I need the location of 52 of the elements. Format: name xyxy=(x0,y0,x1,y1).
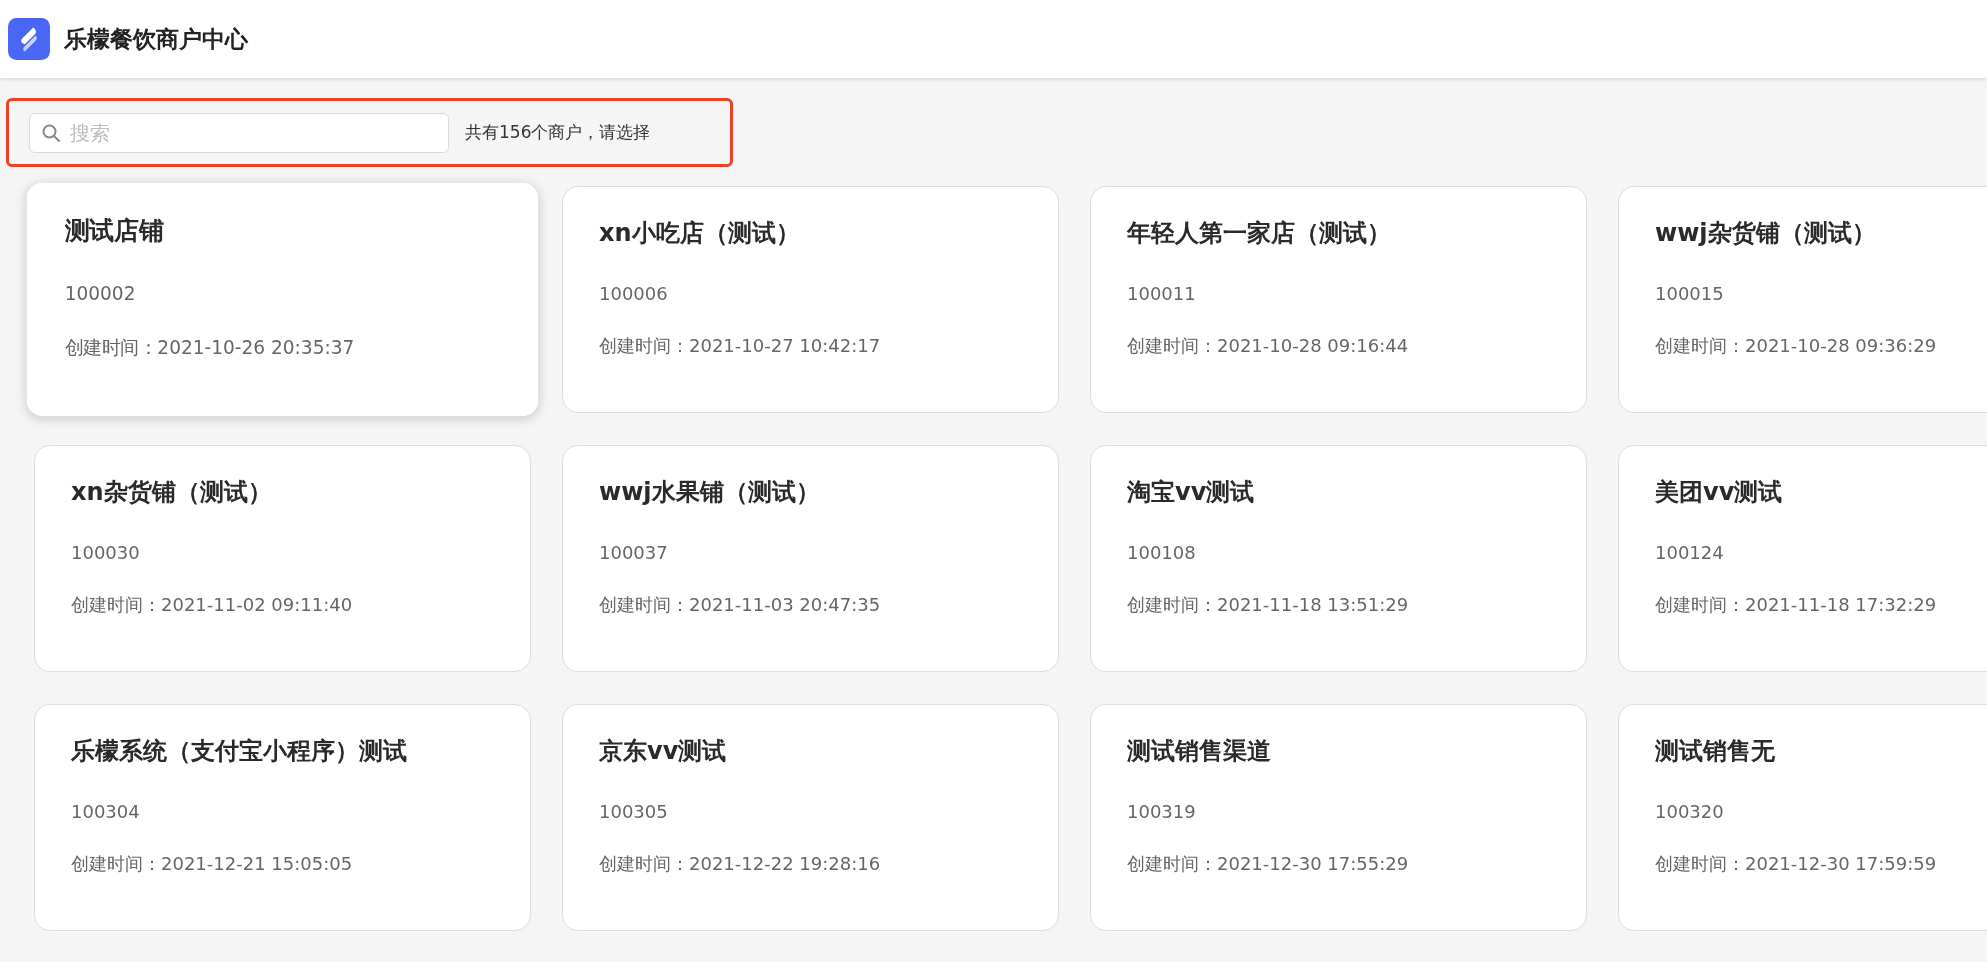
merchant-name: 淘宝vv测试 xyxy=(1127,477,1256,508)
created-time: 创建时间：2021-12-30 17:59:59 xyxy=(1655,852,1938,876)
merchant-id: 100006 xyxy=(599,283,669,304)
merchant-id: 100108 xyxy=(1127,542,1197,563)
merchant-name: 年轻人第一家店（测试） xyxy=(1127,218,1392,249)
merchant-card[interactable]: 测试销售渠道 100319 创建时间：2021-12-30 17:55:29 xyxy=(1090,704,1587,931)
merchant-card[interactable]: wwj杂货铺（测试） 100015 创建时间：2021-10-28 09:36:29 xyxy=(1618,186,1987,413)
merchant-name: 测试店铺 xyxy=(64,215,165,248)
merchant-id: 100305 xyxy=(599,801,669,822)
created-time: 创建时间：2021-12-21 15:05:05 xyxy=(71,852,354,876)
merchant-card[interactable]: 京东vv测试 100305 创建时间：2021-12-22 19:28:16 xyxy=(562,704,1059,931)
created-time: 创建时间：2021-12-22 19:28:16 xyxy=(599,852,882,876)
created-time: 创建时间：2021-12-30 17:55:29 xyxy=(1127,852,1410,876)
merchant-name: 乐檬系统（支付宝小程序）测试 xyxy=(71,736,408,767)
merchant-id: 100319 xyxy=(1127,801,1197,822)
merchant-name: 京东vv测试 xyxy=(599,736,728,767)
merchant-id: 100011 xyxy=(1127,283,1197,304)
merchant-id: 100030 xyxy=(71,542,141,563)
merchant-card[interactable]: 测试店铺 100002 创建时间：2021-10-26 20:35:37 xyxy=(26,182,539,417)
created-time: 创建时间：2021-10-28 09:16:44 xyxy=(1127,334,1410,358)
merchant-card[interactable]: xn杂货铺（测试） 100030 创建时间：2021-11-02 09:11:40 xyxy=(34,445,531,672)
merchant-id: 100304 xyxy=(71,801,141,822)
merchant-name: 测试销售渠道 xyxy=(1127,736,1272,767)
merchant-card[interactable]: 乐檬系统（支付宝小程序）测试 100304 创建时间：2021-12-21 15:05:05 xyxy=(34,704,531,931)
merchant-card[interactable]: wwj水果铺（测试） 100037 创建时间：2021-11-03 20:47:35 xyxy=(562,445,1059,672)
merchant-id: 100124 xyxy=(1655,542,1725,563)
merchant-id: 100037 xyxy=(599,542,669,563)
created-time: 创建时间：2021-10-28 09:36:29 xyxy=(1655,334,1938,358)
merchant-name: 美团vv测试 xyxy=(1655,477,1784,508)
merchant-count-text: 共有156个商户，请选择 xyxy=(465,121,651,144)
merchant-id: 100015 xyxy=(1655,283,1725,304)
merchant-name: wwj水果铺（测试） xyxy=(599,477,821,508)
merchant-id: 100002 xyxy=(64,282,137,305)
merchant-name: xn小吃店（测试） xyxy=(599,218,801,249)
merchant-card[interactable]: 美团vv测试 100124 创建时间：2021-11-18 17:32:29 xyxy=(1618,445,1987,672)
merchant-id: 100320 xyxy=(1655,801,1725,822)
merchant-name: 测试销售无 xyxy=(1655,736,1776,767)
created-time: 创建时间：2021-11-18 13:51:29 xyxy=(1127,593,1410,617)
merchant-card[interactable]: xn小吃店（测试） 100006 创建时间：2021-10-27 10:42:17 xyxy=(562,186,1059,413)
created-time: 创建时间：2021-11-18 17:32:29 xyxy=(1655,593,1938,617)
merchant-name: wwj杂货铺（测试） xyxy=(1655,218,1877,249)
created-time: 创建时间：2021-11-03 20:47:35 xyxy=(599,593,882,617)
app-title: 乐檬餐饮商户中心 xyxy=(64,24,248,54)
merchant-card[interactable]: 年轻人第一家店（测试） 100011 创建时间：2021-10-28 09:16:44 xyxy=(1090,186,1587,413)
merchant-name: xn杂货铺（测试） xyxy=(71,477,273,508)
created-time: 创建时间：2021-10-27 10:42:17 xyxy=(599,334,882,358)
merchant-card[interactable]: 测试销售无 100320 创建时间：2021-12-30 17:59:59 xyxy=(1618,704,1987,931)
search-field[interactable]: 搜索 xyxy=(29,112,449,153)
created-time: 创建时间：2021-10-26 20:35:37 xyxy=(64,335,356,360)
merchant-card[interactable]: 淘宝vv测试 100108 创建时间：2021-11-18 13:51:29 xyxy=(1090,445,1587,672)
created-time: 创建时间：2021-11-02 09:11:40 xyxy=(71,593,354,617)
app-logo-icon xyxy=(8,18,50,60)
